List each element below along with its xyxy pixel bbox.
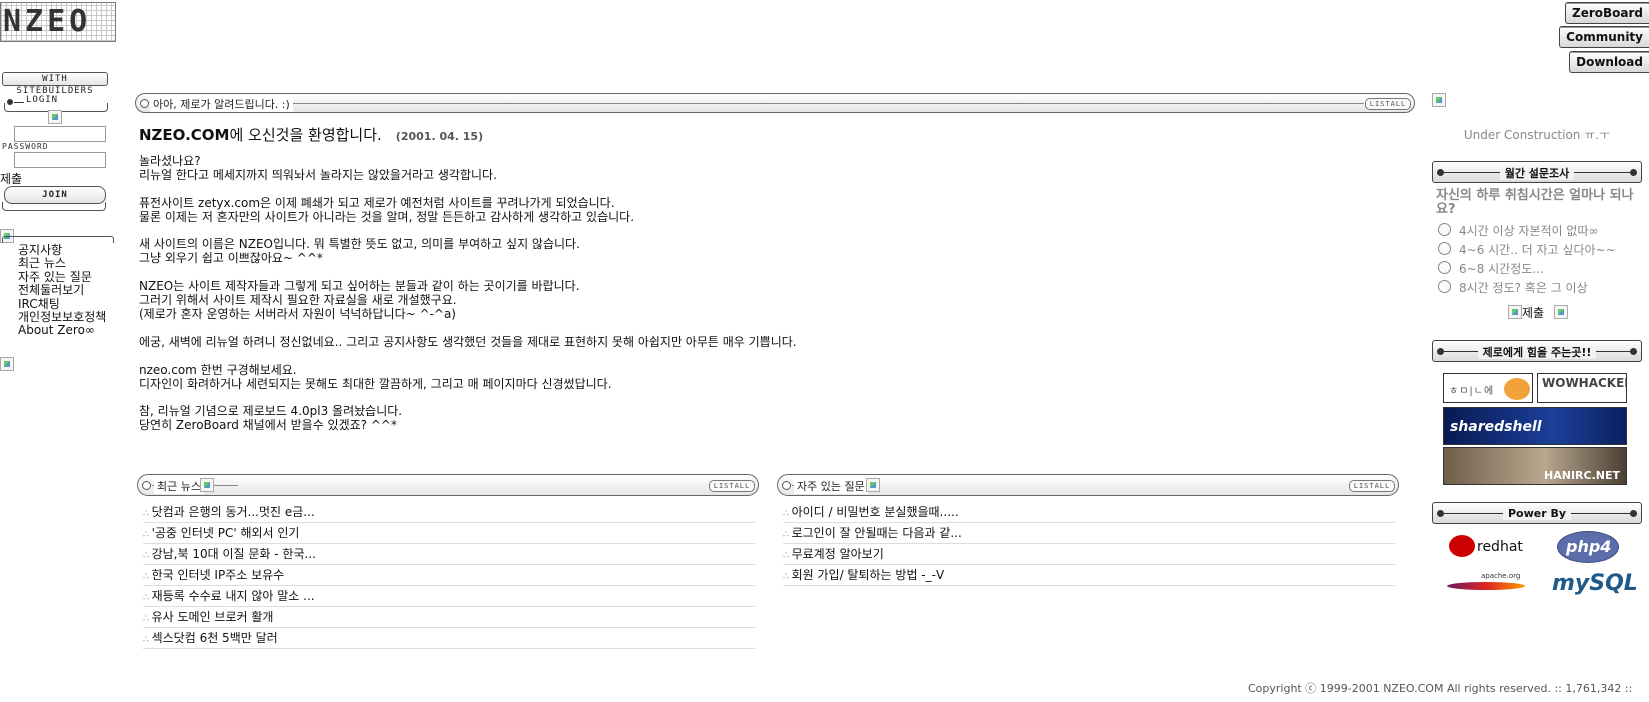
sidebar-item-news[interactable]: 최근 뉴스: [18, 256, 106, 270]
supporter-banner-2[interactable]: WOWHACKER Team: [1537, 373, 1627, 403]
faq-item[interactable]: 무료계정 알아보기: [783, 544, 1395, 565]
news-item[interactable]: 섹스닷컴 6천 5백만 달러: [143, 628, 755, 649]
sidebar-item-privacy[interactable]: 개인정보보호정책: [18, 310, 106, 324]
radio-icon[interactable]: [1438, 242, 1451, 255]
poll-result-image-icon[interactable]: [1553, 305, 1568, 319]
poll-option-label: 4~6 시간.. 더 자고 싶다아~~: [1459, 243, 1616, 257]
welcome-title: NZEO.COM에 오신것을 환영합니다. (2001. 04. 15): [139, 124, 483, 145]
copyright-text: Copyright ⓒ 1999-2001 NZEO.COM All right…: [1248, 682, 1633, 695]
notice-bar: 아아, 제로가 알려드립니다. :) LISTALL: [135, 93, 1415, 113]
php-label: php4: [1566, 537, 1612, 556]
supporters-bar-title: 제로에게 힘을 주는곳!!: [1477, 346, 1597, 359]
poll-bar: 월간 설문조사: [1432, 161, 1642, 183]
login-submit-button[interactable]: 제출: [0, 170, 22, 187]
radio-icon[interactable]: [1438, 280, 1451, 293]
redhat-label: redhat: [1477, 539, 1523, 555]
redhat-hat-icon: [1449, 535, 1475, 557]
with-sitebuilders-badge[interactable]: WITH SITEBUILDERS: [2, 72, 108, 96]
faq-bar-title: 자주 있는 질문: [794, 478, 868, 494]
poll-option[interactable]: 6~8 시간정도...: [1438, 260, 1544, 277]
password-label: PASSWORD: [2, 142, 49, 151]
faq-item[interactable]: 회원 가입/ 탈퇴하는 방법 -_-V: [783, 565, 1395, 586]
faq-listall-button[interactable]: LISTALL: [1349, 480, 1395, 492]
notice-listall-button[interactable]: LISTALL: [1365, 98, 1411, 110]
right-top-image-icon: [1432, 93, 1446, 107]
login-image-icon: [48, 110, 62, 124]
welcome-title-site: NZEO.COM: [139, 126, 230, 144]
sidebar-item-about[interactable]: About Zero∞: [18, 324, 106, 338]
news-item[interactable]: 강남,북 10대 이질 문화 - 한국...: [143, 544, 755, 565]
notice-bar-line: [150, 103, 1364, 104]
faq-bar: 자주 있는 질문 LISTALL: [777, 474, 1399, 496]
apache-label: apache.org: [1481, 572, 1521, 580]
supporter-banner-4[interactable]: HANIRC.NET: [1443, 447, 1627, 485]
powered-bar: Power By: [1432, 502, 1642, 524]
supporter-banner-4-label: HANIRC.NET: [1544, 469, 1620, 482]
supporter-banner-3[interactable]: sharedshell: [1443, 407, 1627, 445]
news-bar-image-icon: [200, 478, 214, 492]
news-item[interactable]: 닷컴과 은행의 동거...멋진 e금...: [143, 502, 755, 523]
news-listall-button[interactable]: LISTALL: [709, 480, 755, 492]
news-item[interactable]: 한국 인터넷 IP주소 보유수: [143, 565, 755, 586]
welcome-date: (2001. 04. 15): [395, 130, 484, 143]
login-header: LOGIN: [2, 93, 108, 112]
poll-submit-image-icon: [1508, 305, 1522, 319]
news-item[interactable]: '공중 인터넷 PC' 해외서 인기: [143, 523, 755, 544]
nav-download-button[interactable]: Download: [1569, 51, 1649, 73]
sidebar-item-overview[interactable]: 전체둘러보기: [18, 283, 106, 297]
redhat-logo[interactable]: redhat: [1447, 533, 1527, 561]
poll-option-label: 6~8 시간정도...: [1459, 262, 1544, 276]
supporters-bar: 제로에게 힘을 주는곳!!: [1432, 340, 1642, 362]
password-input[interactable]: [14, 152, 106, 168]
news-list: 닷컴과 은행의 동거...멋진 e금... '공중 인터넷 PC' 해외서 인기…: [143, 502, 755, 649]
welcome-title-text: 에 오신것을 환영합니다.: [229, 126, 382, 144]
supporter-banner-1[interactable]: ㅎㅁ|ㄴ에: [1443, 373, 1533, 403]
php-logo[interactable]: php4: [1557, 531, 1619, 563]
news-item[interactable]: 유사 도메인 브로커 활개: [143, 607, 755, 628]
poll-option[interactable]: 4~6 시간.. 더 자고 싶다아~~: [1438, 241, 1616, 258]
faq-item[interactable]: 로그인이 잘 안될때는 다음과 같...: [783, 523, 1395, 544]
sidebar-bottom-image-icon: [0, 357, 14, 371]
poll-submit-button[interactable]: 제출: [1522, 306, 1544, 320]
faq-bar-dot-icon: [782, 481, 791, 490]
radio-icon[interactable]: [1438, 261, 1451, 274]
notice-bar-dot-icon: [140, 99, 149, 108]
poll-question: 자신의 하루 취침시간은 얼마나 되나요?: [1436, 188, 1634, 217]
faq-item[interactable]: 아이디 / 비밀번호 분실했을때.....: [783, 502, 1395, 523]
cartoon-face-icon: [1504, 378, 1530, 400]
supporter-banner-1-label: ㅎㅁ|ㄴ에: [1449, 386, 1495, 397]
nav-zeroboard-button[interactable]: ZeroBoard: [1565, 2, 1649, 24]
apache-logo[interactable]: apache.org: [1447, 572, 1527, 598]
sidebar-item-notice[interactable]: 공지사항: [18, 243, 106, 257]
login-id-input[interactable]: [14, 126, 106, 142]
supporter-banner-3-label: sharedshell: [1450, 419, 1542, 435]
powered-bar-title: Power By: [1502, 507, 1572, 520]
supporter-banner-2-label: WOWHACKER Team: [1542, 376, 1627, 390]
radio-icon[interactable]: [1438, 223, 1451, 236]
login-box-bottom: [2, 202, 106, 211]
site-logo[interactable]: NZEO: [0, 2, 116, 42]
sidebar-nav: 공지사항 최근 뉴스 자주 있는 질문 전체둘러보기 IRC채팅 개인정보보호정…: [18, 243, 106, 338]
news-bar-title: 최근 뉴스: [154, 478, 204, 494]
nav-community-button[interactable]: Community: [1559, 26, 1649, 48]
apache-feather-icon: [1447, 582, 1525, 590]
join-label: JOIN: [42, 190, 68, 200]
faq-list: 아이디 / 비밀번호 분실했을때..... 로그인이 잘 안될때는 다음과 같.…: [783, 502, 1395, 586]
poll-option-label: 4시간 이상 자본적이 없따∞: [1459, 224, 1599, 238]
poll-option[interactable]: 4시간 이상 자본적이 없따∞: [1438, 222, 1598, 239]
welcome-body: 놀라셨나요? 리뉴얼 한다고 메세지까지 띄워놔서 놀라지는 않았을거라고 생각…: [139, 154, 797, 433]
under-construction-text: Under Construction ㅠ.ㅜ: [1463, 128, 1611, 142]
sidebar-item-faq[interactable]: 자주 있는 질문: [18, 270, 106, 284]
poll-option-label: 8시간 정도? 혹은 그 이상: [1459, 281, 1588, 295]
notice-bar-title: 아아, 제로가 알려드립니다. :): [150, 96, 293, 112]
news-bar-dot-icon: [142, 481, 151, 490]
mysql-logo[interactable]: mySQL: [1552, 571, 1638, 596]
faq-bar-image-icon: [866, 478, 880, 492]
poll-submit-row: 제출: [1508, 304, 1568, 321]
poll-bar-title: 월간 설문조사: [1499, 167, 1575, 180]
news-bar: 최근 뉴스 LISTALL: [137, 474, 759, 496]
menu-frame: [2, 236, 114, 243]
poll-option[interactable]: 8시간 정도? 혹은 그 이상: [1438, 279, 1588, 296]
news-item[interactable]: 재등록 수수료 내지 않아 말소 ...: [143, 586, 755, 607]
